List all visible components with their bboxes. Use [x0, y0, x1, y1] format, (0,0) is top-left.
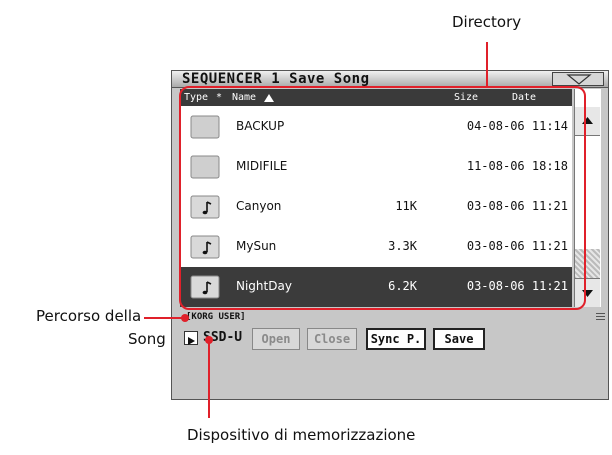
- list-menu-icon[interactable]: [596, 312, 605, 321]
- device-selector-button[interactable]: [184, 331, 198, 345]
- save-button[interactable]: Save: [433, 328, 485, 350]
- device-callout-label: Dispositivo di memorizzazione: [187, 426, 416, 444]
- path-callout-dot: [181, 314, 189, 322]
- open-button[interactable]: Open: [252, 328, 300, 350]
- play-triangle-icon: [188, 337, 195, 345]
- close-button[interactable]: Close: [307, 328, 357, 350]
- device-callout-dot: [205, 336, 213, 344]
- directory-highlight: [179, 86, 586, 310]
- dropdown-triangle-icon: [566, 74, 592, 85]
- song-path: [KORG USER]: [186, 312, 246, 322]
- device-callout-line: [208, 340, 210, 418]
- sync-path-button[interactable]: Sync P.: [366, 328, 426, 350]
- window-title: SEQUENCER 1 Save Song: [182, 71, 370, 87]
- directory-callout-line: [486, 42, 488, 87]
- path-callout-label-line1: Percorso della: [36, 307, 142, 325]
- directory-callout-label: Directory: [452, 13, 522, 31]
- path-callout-label-line2: Song: [128, 330, 166, 348]
- path-callout-line: [144, 317, 186, 319]
- page-menu-button[interactable]: [552, 72, 604, 86]
